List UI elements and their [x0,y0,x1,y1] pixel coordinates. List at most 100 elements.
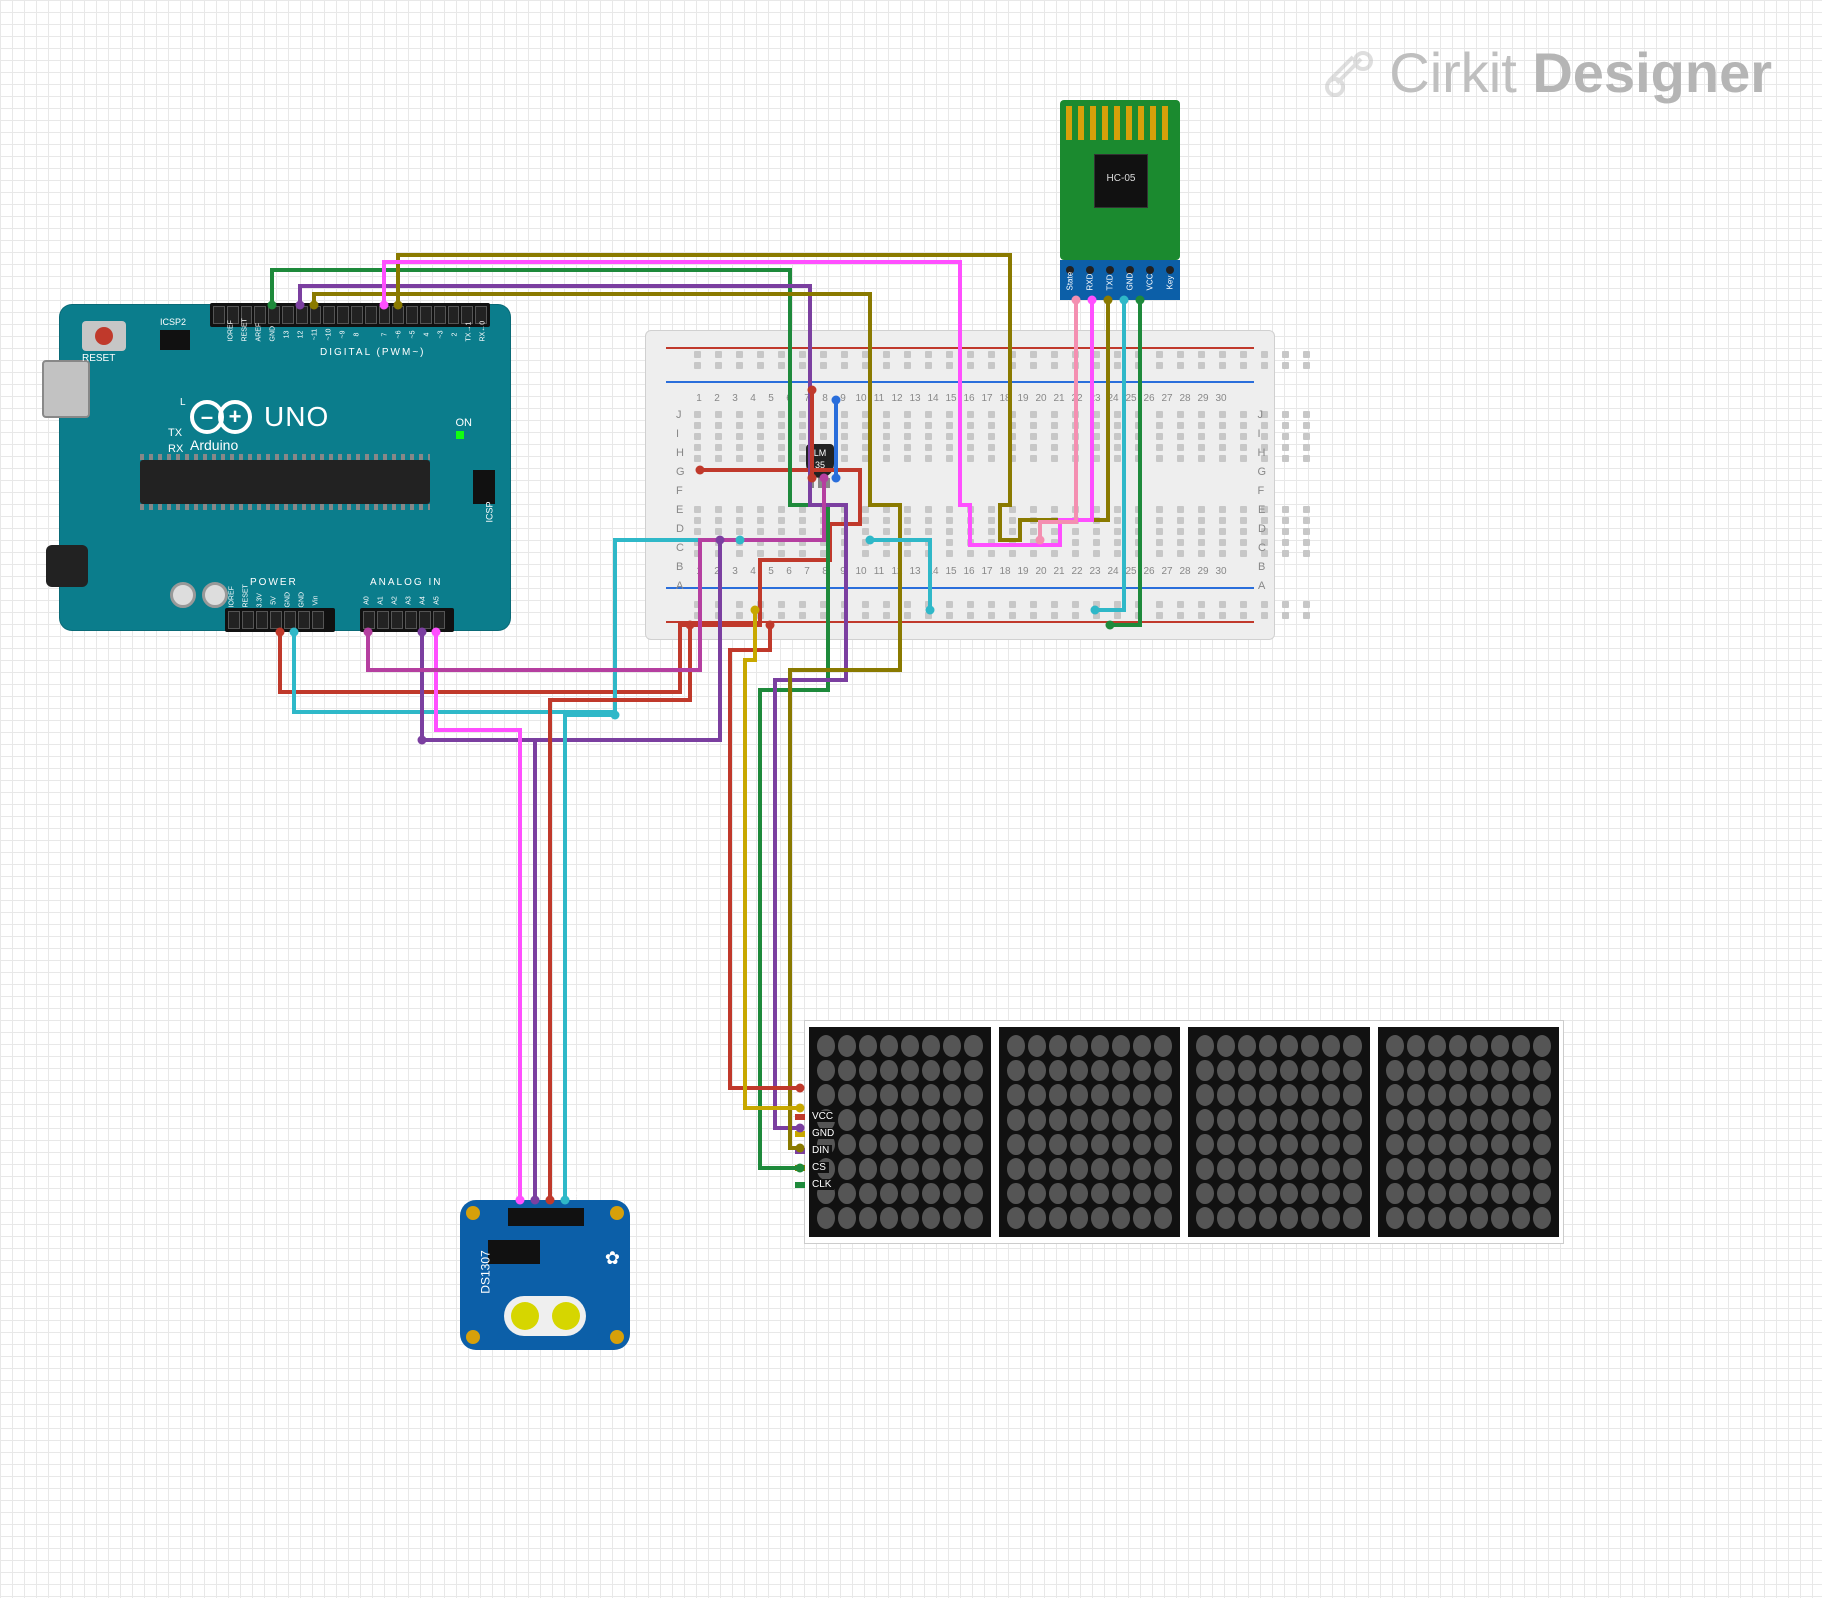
breadboard-hole[interactable] [925,433,932,440]
breadboard-hole[interactable] [1156,351,1163,358]
breadboard-hole[interactable] [925,612,932,619]
breadboard-hole[interactable] [883,362,890,369]
breadboard-hole[interactable] [1093,411,1100,418]
breadboard-hole[interactable] [694,433,701,440]
breadboard-hole[interactable] [904,444,911,451]
breadboard-hole[interactable] [1030,550,1037,557]
breadboard-hole[interactable] [799,362,806,369]
breadboard-hole[interactable] [904,528,911,535]
breadboard-hole[interactable] [778,517,785,524]
breadboard-hole[interactable] [799,550,806,557]
breadboard-hole[interactable] [862,506,869,513]
breadboard-hole[interactable] [1135,517,1142,524]
breadboard-hole[interactable] [1051,601,1058,608]
breadboard-hole[interactable] [1093,528,1100,535]
breadboard-hole[interactable] [757,506,764,513]
breadboard-hole[interactable] [946,362,953,369]
breadboard-hole[interactable] [1093,362,1100,369]
matrix-pin-din[interactable]: DIN [795,1145,837,1156]
breadboard-hole[interactable] [988,601,995,608]
breadboard-hole[interactable] [736,601,743,608]
breadboard-hole[interactable] [820,550,827,557]
breadboard-hole[interactable] [820,411,827,418]
breadboard-hole[interactable] [1135,601,1142,608]
breadboard-hole[interactable] [925,601,932,608]
breadboard-hole[interactable] [715,612,722,619]
matrix-pin-cs[interactable]: CS [795,1162,837,1173]
breadboard-hole[interactable] [904,433,911,440]
breadboard-hole[interactable] [1051,528,1058,535]
breadboard-hole[interactable] [820,422,827,429]
breadboard-hole[interactable] [1240,612,1247,619]
breadboard-hole[interactable] [1030,362,1037,369]
breadboard-hole[interactable] [946,550,953,557]
breadboard-hole[interactable] [715,351,722,358]
breadboard-hole[interactable] [883,539,890,546]
breadboard-hole[interactable] [883,517,890,524]
breadboard-hole[interactable] [1072,601,1079,608]
breadboard-hole[interactable] [757,455,764,462]
breadboard-hole[interactable] [1051,539,1058,546]
component-hc05-bluetooth[interactable]: HC-05 StateRXDTXDGNDVCCKey [1060,100,1180,300]
breadboard-hole[interactable] [1219,411,1226,418]
breadboard-hole[interactable] [1114,444,1121,451]
breadboard-hole[interactable] [694,612,701,619]
breadboard-hole[interactable] [862,351,869,358]
breadboard-hole[interactable] [736,422,743,429]
breadboard-hole[interactable] [1051,351,1058,358]
breadboard-hole[interactable] [925,351,932,358]
breadboard-hole[interactable] [1093,455,1100,462]
arduino-pin-~10[interactable] [323,306,335,324]
breadboard-hole[interactable] [988,362,995,369]
breadboard-hole[interactable] [841,433,848,440]
breadboard-hole[interactable] [1198,444,1205,451]
breadboard-hole[interactable] [715,550,722,557]
breadboard-hole[interactable] [1177,362,1184,369]
breadboard-hole[interactable] [1282,411,1289,418]
breadboard-hole[interactable] [1198,539,1205,546]
breadboard-hole[interactable] [1030,422,1037,429]
breadboard-hole[interactable] [757,351,764,358]
breadboard-hole[interactable] [715,411,722,418]
breadboard-hole[interactable] [1156,528,1163,535]
breadboard-hole[interactable] [946,455,953,462]
breadboard-hole[interactable] [715,517,722,524]
breadboard-hole[interactable] [1240,506,1247,513]
breadboard-hole[interactable] [1219,506,1226,513]
breadboard-hole[interactable] [862,517,869,524]
matrix-pin-gnd[interactable]: GND [795,1128,837,1139]
breadboard-hole[interactable] [820,351,827,358]
breadboard-hole[interactable] [946,351,953,358]
breadboard-hole[interactable] [883,455,890,462]
breadboard-hole[interactable] [1303,411,1310,418]
breadboard-hole[interactable] [1093,601,1100,608]
breadboard-hole[interactable] [1135,362,1142,369]
breadboard-hole[interactable] [1198,517,1205,524]
breadboard-hole[interactable] [715,506,722,513]
breadboard-hole[interactable] [799,351,806,358]
breadboard-hole[interactable] [925,539,932,546]
breadboard-hole[interactable] [715,433,722,440]
breadboard-hole[interactable] [841,444,848,451]
arduino-pin-GND[interactable] [298,611,310,629]
breadboard-hole[interactable] [1282,455,1289,462]
breadboard-hole[interactable] [988,444,995,451]
breadboard-hole[interactable] [757,601,764,608]
breadboard-hole[interactable] [1114,517,1121,524]
breadboard-hole[interactable] [1093,351,1100,358]
arduino-pin-13[interactable] [282,306,294,324]
breadboard-hole[interactable] [1282,517,1289,524]
component-rtc-ds1307[interactable]: SCLSDAVCCGND DS1307 ✿ [460,1200,630,1370]
breadboard-hole[interactable] [1072,444,1079,451]
breadboard-hole[interactable] [904,351,911,358]
breadboard-hole[interactable] [1093,612,1100,619]
breadboard-hole[interactable] [757,539,764,546]
breadboard-hole[interactable] [1219,422,1226,429]
breadboard-hole[interactable] [862,528,869,535]
breadboard-hole[interactable] [757,444,764,451]
breadboard-hole[interactable] [1156,422,1163,429]
breadboard-hole[interactable] [1177,444,1184,451]
breadboard-hole[interactable] [1198,506,1205,513]
arduino-pin-nc[interactable] [213,306,225,324]
component-lm35-sensor[interactable]: LM 35 [806,444,834,478]
